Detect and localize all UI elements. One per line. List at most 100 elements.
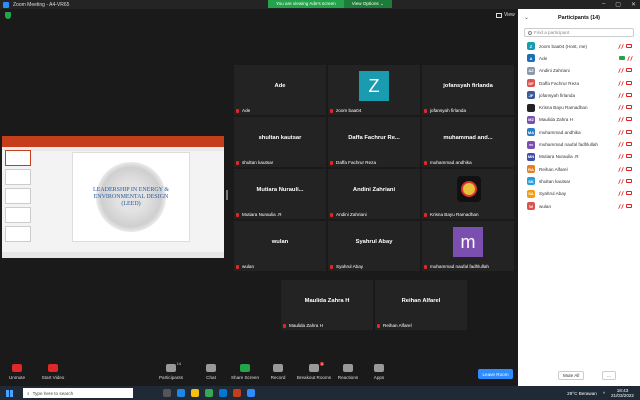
video-tile[interactable]: wulan wulan (234, 221, 326, 271)
more-options-button[interactable]: ... (602, 371, 616, 380)
zoom-icon[interactable] (247, 389, 255, 397)
apps-button[interactable]: Apps (362, 364, 396, 380)
participant-row[interactable]: MA muhammad andhika (518, 126, 640, 138)
participants-button[interactable]: 14 Participants (154, 362, 188, 380)
close-icon[interactable]: ✕ (631, 1, 636, 8)
participant-row[interactable]: AZ Andini Zahriani (518, 65, 640, 77)
edge-icon[interactable] (177, 389, 185, 397)
participant-status-icons (618, 92, 632, 98)
video-tile[interactable]: Maulida Zahra H Maulida Zahra H (281, 280, 373, 330)
participant-row[interactable]: DF Daffa Fachrur Reza (518, 77, 640, 89)
participant-status-icons (618, 43, 632, 49)
video-tile[interactable]: Krisna Bayu Ramadhan (422, 169, 514, 219)
minimize-icon[interactable]: – (602, 1, 605, 8)
meeting-toolbar: Unmute Start Video 14 Participants Chat … (0, 362, 518, 386)
powerpoint-status-bar (2, 252, 224, 258)
participant-status-icons (618, 129, 632, 135)
microphone-muted-icon (236, 108, 239, 113)
video-tile[interactable]: Mutiara Nurauli... Mutiara Nuraulia .R (234, 169, 326, 219)
powerpoint-icon[interactable] (233, 389, 241, 397)
video-off-icon (48, 364, 58, 372)
participant-row[interactable]: SK shultan kautsar (518, 175, 640, 187)
record-button[interactable]: Record (261, 364, 295, 380)
unmute-button[interactable]: Unmute (0, 364, 34, 380)
participant-search-input[interactable]: Find a participant (524, 28, 634, 37)
video-off-icon (626, 80, 632, 85)
video-tile[interactable]: muhammad and... muhammad andhika (422, 117, 514, 167)
video-tile[interactable]: jofansyah firlanda jofansyah firlanda (422, 65, 514, 115)
weather-status[interactable]: 29°C Berawan (567, 391, 597, 396)
tile-label-text: zoom baa04 (336, 108, 362, 113)
microphone-muted-icon (618, 129, 624, 135)
participant-row[interactable]: MZ Maulida Zahra H (518, 114, 640, 126)
reactions-button[interactable]: Reactions (331, 364, 365, 380)
participant-row[interactable]: Krisna Bayu Ramadhan (518, 101, 640, 113)
tile-label-text: Maulida Zahra H (289, 323, 323, 328)
participant-row[interactable]: Zzoom baa04 (Host, me) (518, 40, 640, 52)
chat-button[interactable]: Chat (194, 364, 228, 380)
tile-label-text: Reihan Alfarel (383, 323, 412, 328)
maximize-icon[interactable]: ▢ (615, 1, 621, 8)
tile-label-text: Mutiara Nuraulia .R (242, 212, 282, 217)
mute-all-button[interactable]: Mute All (558, 371, 585, 380)
leave-room-button[interactable]: Leave Room (478, 369, 513, 379)
slide-thumbnail (5, 188, 31, 204)
split-divider-handle[interactable] (226, 190, 228, 200)
microphone-muted-icon (618, 105, 624, 111)
video-tile[interactable]: Andini Zahriani Andini Zahriani (328, 169, 420, 219)
tile-label-text: muhammad naufal fadhlullah (430, 264, 489, 269)
taskbar-search-input[interactable]: ⌕ Type here to search (23, 388, 133, 398)
video-tile[interactable]: Reihan Alfarel Reihan Alfarel (375, 280, 467, 330)
video-tile[interactable]: Syahrul Abay Syahrul Abay (328, 221, 420, 271)
participants-panel: ⌄ Participants (14) Find a participant Z… (518, 9, 640, 386)
shared-screen[interactable]: LEADERSHIP IN ENERGY & ENVIRONMENTAL DES… (2, 136, 224, 258)
chrome-icon[interactable] (205, 389, 213, 397)
tile-label-text: Andini Zahriani (336, 212, 367, 217)
participant-name: jofansyah firlanda (539, 92, 576, 98)
windows-start-icon[interactable] (6, 389, 13, 397)
participant-row[interactable]: JF jofansyah firlanda (518, 89, 640, 101)
participant-avatar: SA (527, 189, 535, 198)
participant-row[interactable]: RA Reihan Alfarel (518, 163, 640, 175)
security-shield-icon[interactable] (5, 12, 11, 19)
task-view-icon[interactable] (163, 389, 171, 397)
breakout-rooms-button[interactable]: 1 Breakout Rooms (296, 362, 332, 380)
file-explorer-icon[interactable] (191, 389, 199, 397)
participant-name: Krisna Bayu Ramadhan (539, 105, 588, 111)
participant-avatar: DF (527, 79, 535, 88)
video-off-icon (626, 142, 632, 147)
start-video-button[interactable]: Start Video (36, 364, 70, 380)
participant-name: zoom baa04 (Host, me) (539, 43, 587, 49)
tile-name-label: muhammad andhika (424, 160, 472, 165)
panel-collapse-icon[interactable]: ⌄ (524, 14, 529, 21)
participant-status-icons (618, 166, 632, 172)
powerpoint-ribbon (2, 136, 224, 147)
view-button[interactable]: View (496, 12, 515, 18)
participant-row[interactable]: SA Syahrul Abay (518, 188, 640, 200)
tray-arrow-icon[interactable]: ^ (603, 391, 605, 396)
participant-row[interactable]: Wwulan (518, 200, 640, 212)
participant-status-icons (618, 68, 632, 74)
current-slide: LEADERSHIP IN ENERGY & ENVIRONMENTAL DES… (72, 152, 190, 242)
video-tile[interactable]: m muhammad naufal fadhlullah (422, 221, 514, 271)
video-tile[interactable]: Daffa Fachrur Re... Daffa Fachrur Reza (328, 117, 420, 167)
participant-row[interactable]: A Ade (518, 52, 640, 64)
store-icon[interactable] (219, 389, 227, 397)
taskbar-search-placeholder: Type here to search (32, 390, 74, 396)
clock[interactable]: 18:43 21/03/2022 (611, 388, 634, 398)
microphone-muted-icon (236, 160, 239, 165)
participant-name: Mutiara Nuraulia .R (539, 154, 579, 160)
participant-row[interactable]: m muhammad naufal fadhlullah (518, 138, 640, 150)
view-options-button[interactable]: View Options ⌄ (343, 0, 392, 8)
share-screen-button[interactable]: Share Screen (228, 364, 262, 380)
search-placeholder: Find a participant (534, 30, 570, 35)
tile-display-name: Mutiara Nurauli... (256, 187, 304, 193)
video-tile[interactable]: shultan kautsar shultan kautsar (234, 117, 326, 167)
tile-name-label: zoom baa04 (330, 108, 361, 113)
microphone-muted-icon (330, 108, 333, 113)
grid-view-icon (496, 12, 502, 18)
participant-row[interactable]: MN Mutiara Nuraulia .R (518, 151, 640, 163)
slide-thumbnail (5, 226, 31, 242)
video-tile[interactable]: Zzoom baa04 (328, 65, 420, 115)
video-tile[interactable]: Ade Ade (234, 65, 326, 115)
